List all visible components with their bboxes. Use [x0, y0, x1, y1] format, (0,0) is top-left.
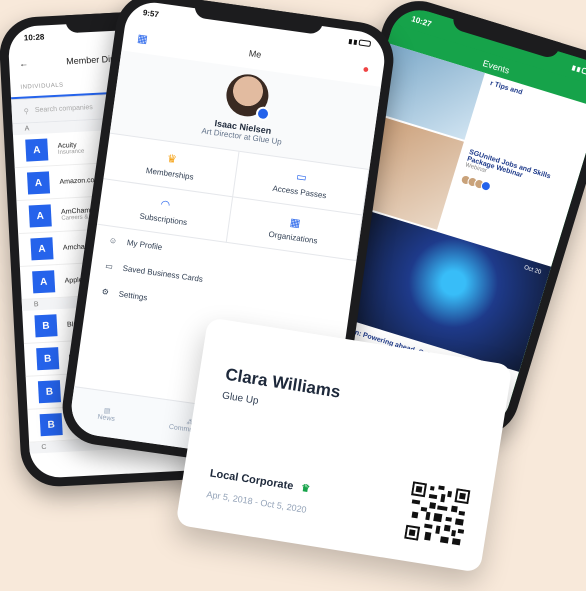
member-logo: B	[36, 347, 60, 371]
back-arrow-icon[interactable]: ←	[19, 58, 29, 68]
search-icon: ⚲	[23, 107, 30, 116]
rss-icon: ◠	[159, 197, 172, 212]
notification-icon[interactable]: ●	[362, 63, 370, 76]
member-logo: A	[32, 270, 56, 294]
access-passes-label: Access Passes	[272, 183, 328, 200]
subscriptions-label: Subscriptions	[138, 211, 188, 227]
menu-label: Settings	[118, 288, 149, 302]
crown-icon: ♛	[300, 482, 311, 495]
member-logo: B	[37, 380, 62, 404]
member-subtitle: Insurance	[57, 148, 85, 156]
org-icon: ▦	[289, 216, 302, 230]
avatar[interactable]	[223, 71, 272, 122]
card-dates: Apr 5, 2018 - Oct 5, 2020	[205, 489, 308, 515]
event-date-badge: Oct 20	[523, 264, 542, 276]
signal-icon	[571, 64, 586, 77]
menu-label: My Profile	[126, 237, 163, 252]
crown-icon: ♛	[166, 152, 178, 166]
member-text: Acuity Insurance	[57, 141, 84, 155]
gear-icon: ⚙	[101, 286, 110, 297]
qr-code-icon	[404, 481, 471, 548]
member-logo: A	[25, 138, 49, 162]
menu-label: Saved Business Cards	[122, 263, 204, 284]
member-logo: A	[28, 204, 52, 228]
member-logo: A	[26, 171, 51, 195]
nav-news[interactable]: ▤ News	[97, 406, 116, 423]
member-logo: A	[30, 237, 54, 261]
status-time: 10:27	[410, 13, 433, 29]
qr-badge-icon[interactable]	[255, 105, 271, 122]
organizations-label: Organizations	[268, 229, 319, 245]
member-logo: B	[34, 314, 58, 338]
card-plan-name: Local Corporate	[208, 467, 295, 493]
person-icon: ☺	[108, 235, 118, 246]
search-placeholder: Search companies	[34, 104, 93, 115]
status-time: 9:57	[142, 7, 160, 19]
nav-label: News	[96, 413, 116, 424]
page-title: Me	[248, 48, 263, 60]
member-logo: B	[39, 413, 63, 437]
card-icon: ▭	[104, 260, 114, 271]
ticket-icon: ▭	[295, 170, 308, 184]
memberships-label: Memberships	[145, 165, 195, 182]
signal-icon	[348, 38, 372, 47]
status-time: 10:28	[23, 31, 45, 43]
qr-scan-icon[interactable]: ▦	[136, 31, 148, 45]
